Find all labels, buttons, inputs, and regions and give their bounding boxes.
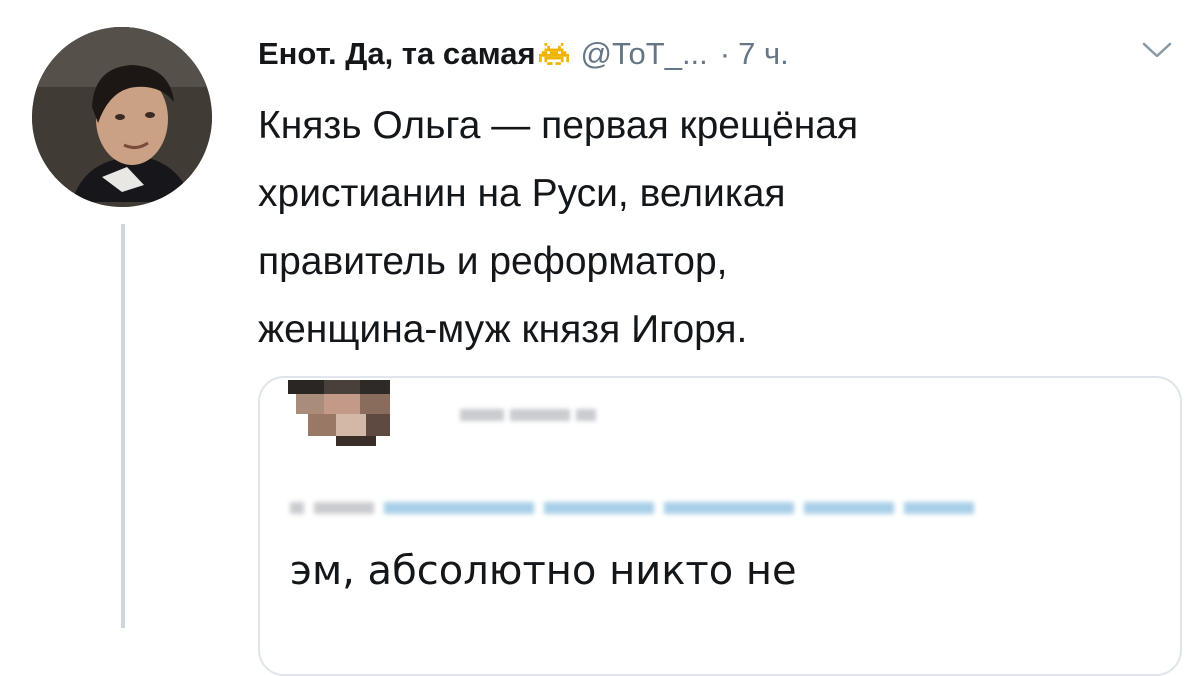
quoted-author-name-blurred <box>460 404 610 426</box>
tweet-text-line: правитель и реформатор, <box>258 240 728 283</box>
quoted-tweet-text: эм, абсолютно никто не <box>290 548 797 594</box>
quoted-tweet-card[interactable]: эм, абсолютно никто не <box>258 376 1182 676</box>
quoted-reply-context-blurred <box>290 496 1030 520</box>
tweet-text-line: женщина-муж князя Игоря. <box>258 308 748 351</box>
space-invader-icon <box>538 40 569 68</box>
quoted-author-avatar-pixelated <box>288 380 406 446</box>
header-separator: · <box>719 36 731 71</box>
thread-connector-line <box>121 224 125 628</box>
author-avatar[interactable] <box>32 27 212 207</box>
chevron-down-icon[interactable] <box>1140 38 1174 62</box>
tweet-text-line: христианин на Руси, великая <box>258 172 786 215</box>
display-name[interactable]: Енот. Да, та самая <box>258 36 536 72</box>
user-handle[interactable]: @ТоТ_... <box>581 36 708 72</box>
tweet-text: Князь Ольга — первая крещёная христианин… <box>258 92 1158 364</box>
author-photo <box>32 27 212 207</box>
tweet-text-line: Князь Ольга — первая крещёная <box>258 104 859 147</box>
tweet-header: Енот. Да, та самая @ТоТ_... · 7 ч. <box>258 30 789 78</box>
tweet-timestamp[interactable]: 7 ч. <box>738 36 789 72</box>
